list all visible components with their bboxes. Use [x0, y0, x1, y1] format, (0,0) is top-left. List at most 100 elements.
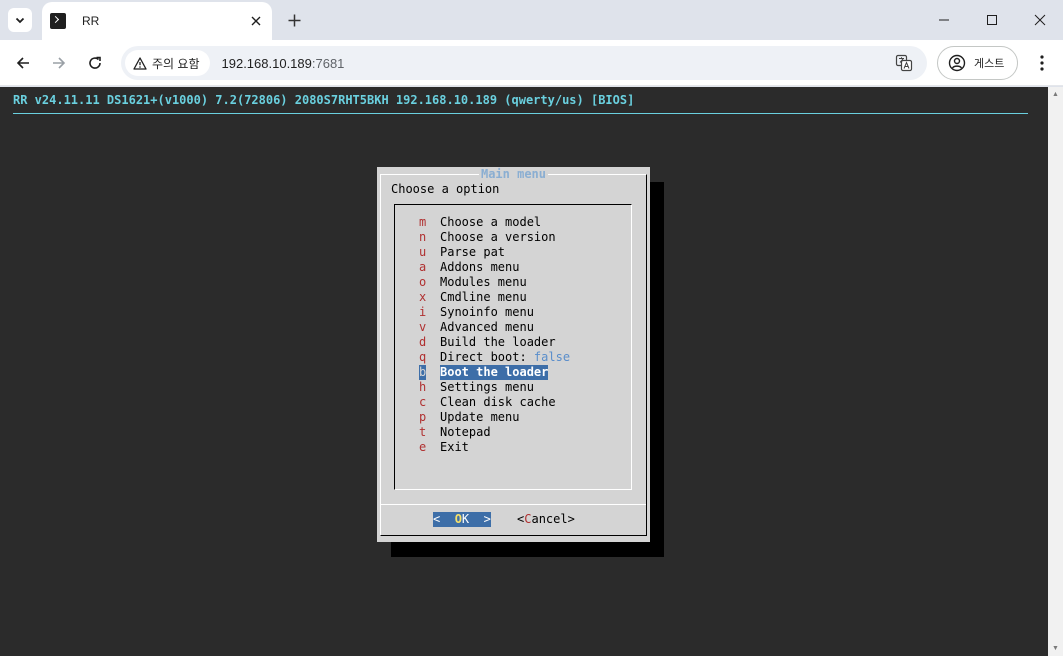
menu-item-value: false: [533, 350, 571, 364]
close-icon: [251, 16, 261, 26]
profile-button[interactable]: 게스트: [937, 46, 1018, 80]
menu-item[interactable]: x Cmdline menu: [419, 290, 570, 305]
menu-item-hotkey: a: [419, 260, 427, 274]
menu-item-label: Synoinfo menu: [440, 305, 534, 319]
account-icon: [948, 54, 966, 72]
more-vert-icon: [1040, 55, 1044, 71]
main-menu-dialog: Main menu Choose a option m Choose a mode…: [377, 167, 650, 542]
menu-item-label: Settings menu: [440, 380, 534, 394]
tab-search-button[interactable]: [8, 8, 32, 32]
menu-item-label: Cmdline menu: [440, 290, 527, 304]
ok-button[interactable]: < OK >: [433, 512, 491, 527]
url-port: :7681: [311, 55, 345, 71]
menu-item[interactable]: m Choose a model: [419, 215, 570, 230]
menu-item[interactable]: o Modules menu: [419, 275, 570, 290]
cancel-button-label: ancel: [531, 512, 568, 526]
menu-item-label: Boot the loader: [440, 365, 549, 380]
scroll-down-icon[interactable]: ▼: [1051, 644, 1060, 653]
menu-item[interactable]: v Advanced menu: [419, 320, 570, 335]
security-chip[interactable]: 주의 요함: [125, 50, 210, 76]
menu-item-label: Update menu: [440, 410, 520, 424]
menu-item-label: Direct boot:: [440, 350, 534, 364]
menu-item-hotkey: m: [419, 215, 427, 229]
chevron-down-icon: [15, 17, 25, 24]
forward-icon: [53, 57, 66, 69]
warning-icon: [133, 56, 147, 70]
close-icon: [1034, 14, 1046, 26]
ok-button-hotkey: O: [454, 512, 462, 526]
menu-item-label: Addons menu: [440, 260, 520, 274]
menu-item-hotkey: d: [419, 335, 427, 349]
menu-item-hotkey: q: [419, 350, 427, 364]
menu-item-hotkey: t: [419, 425, 427, 439]
menu-item[interactable]: h Settings menu: [419, 380, 570, 395]
profile-label: 게스트: [974, 58, 1005, 70]
menu-item-label: Exit: [440, 440, 469, 454]
menu-item[interactable]: u Parse pat: [419, 245, 570, 260]
menu-item-hotkey: n: [419, 230, 427, 244]
menu-item-hotkey: c: [419, 395, 427, 409]
address-bar[interactable]: 주의 요함 192.168.10.189:7681: [121, 46, 927, 80]
cancel-button[interactable]: <Cancel>: [517, 512, 575, 527]
forward-button[interactable]: [47, 51, 71, 75]
url-text[interactable]: 192.168.10.189:7681: [222, 56, 894, 71]
terminal-viewport[interactable]: RR v24.11.11 DS1621+(v1000) 7.2(72806) 2…: [0, 87, 1048, 656]
window-close-button[interactable]: [1017, 0, 1063, 40]
maximize-button[interactable]: [969, 0, 1015, 40]
tab-close-button[interactable]: [246, 11, 266, 31]
menu-item-hotkey: i: [419, 305, 427, 319]
tab-title: RR: [82, 14, 100, 28]
backtitle-divider: [13, 113, 1028, 114]
menu-item-label: Choose a model: [440, 215, 542, 229]
menu-item[interactable]: t Notepad: [419, 425, 570, 440]
menu-item[interactable]: a Addons menu: [419, 260, 570, 275]
reload-button[interactable]: [83, 51, 107, 75]
backtitle: RR v24.11.11 DS1621+(v1000) 7.2(72806) 2…: [13, 93, 635, 107]
menu-item[interactable]: n Choose a version: [419, 230, 570, 245]
menu-item-hotkey: b: [419, 365, 427, 380]
menu-item-hotkey: h: [419, 380, 427, 394]
page-scrollbar[interactable]: ▲ ▼: [1048, 87, 1063, 656]
menu-item[interactable]: q Direct boot: false: [419, 350, 570, 365]
menu-item[interactable]: e Exit: [419, 440, 570, 455]
menu-item[interactable]: d Build the loader: [419, 335, 570, 350]
translate-button[interactable]: [893, 52, 915, 74]
menu-item-hotkey: p: [419, 410, 427, 424]
url-host: 192.168.10.189: [221, 55, 312, 71]
menu-item-label: Choose a version: [440, 230, 556, 244]
menu-item-hotkey: x: [419, 290, 427, 304]
dialog-prompt: Choose a option: [391, 182, 500, 196]
maximize-icon: [987, 15, 997, 25]
back-button[interactable]: [11, 51, 35, 75]
button-separator: [381, 504, 646, 505]
browser-tab[interactable]: RR: [42, 2, 272, 40]
back-icon: [16, 57, 29, 69]
menu-item-label: Notepad: [440, 425, 491, 439]
menu-item[interactable]: i Synoinfo menu: [419, 305, 570, 320]
translate-icon: [895, 54, 913, 72]
menu-item[interactable]: c Clean disk cache: [419, 395, 570, 410]
minimize-button[interactable]: [921, 0, 967, 40]
scroll-up-icon[interactable]: ▲: [1051, 90, 1060, 99]
terminal-icon: [50, 13, 66, 29]
menu-item-hotkey: o: [419, 275, 427, 289]
browser-menu-button[interactable]: [1030, 51, 1054, 75]
dialog-buttons: < OK > <Cancel>: [377, 512, 650, 527]
menu-item[interactable]: p Update menu: [419, 410, 570, 425]
menu-item-label: Clean disk cache: [440, 395, 556, 409]
menu-item-label: Advanced menu: [440, 320, 534, 334]
new-tab-button[interactable]: [283, 9, 305, 31]
menu-list-box: m Choose a model n Choose a version u Parse p…: [394, 204, 632, 490]
menu-item-hotkey: v: [419, 320, 427, 334]
plus-icon: [288, 14, 300, 26]
ok-button-right: >: [469, 512, 491, 526]
browser-toolbar: 주의 요함 192.168.10.189:7681 게스트: [0, 40, 1063, 86]
reload-icon: [89, 56, 101, 69]
title-bar: RR: [0, 0, 1063, 40]
menu-item-label: Parse pat: [440, 245, 506, 259]
minimize-icon: [939, 19, 949, 21]
menu-item[interactable]: b Boot the loader: [419, 365, 570, 380]
dialog-title: Main menu: [377, 167, 650, 182]
cancel-button-right: >: [567, 512, 575, 526]
menu-list: m Choose a model n Choose a version u Parse p…: [419, 215, 570, 455]
